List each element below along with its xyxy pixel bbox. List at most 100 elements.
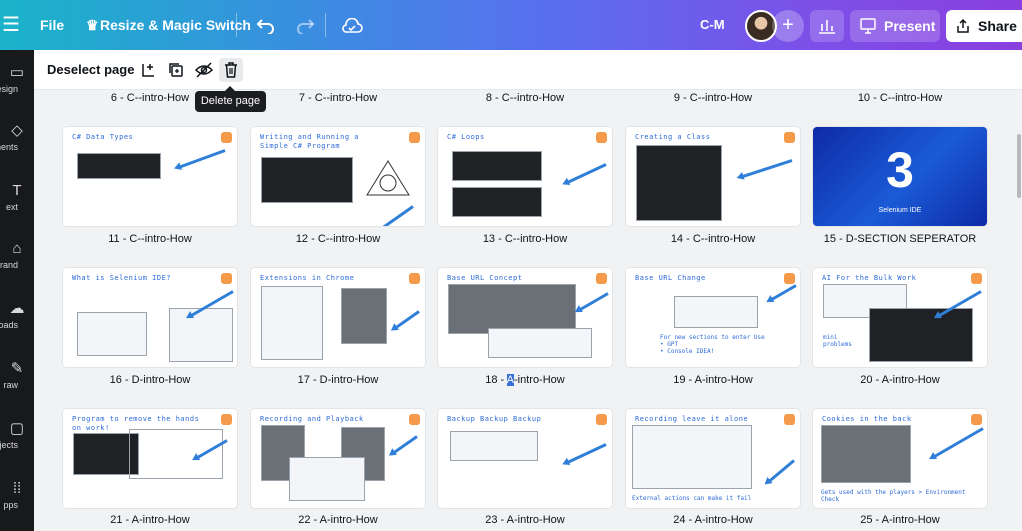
slide-note: For new sections to enter Use • GPT • Co… [660,334,765,355]
rail-design[interactable]: ▭esign [0,64,34,94]
present-label: Present [884,18,936,34]
slide-title: AI For the Bulk Work [822,274,917,282]
rail-draw[interactable]: ✎ raw [0,360,34,390]
page-thumbnail-25[interactable]: Cookies in the back Gets used with the p… [813,409,987,508]
screenshot [674,296,758,328]
page-thumbnail-22[interactable]: Recording and Playback [251,409,425,508]
page-thumbnail-14[interactable]: Creating a Class [626,127,800,226]
arrow-icon [177,149,226,170]
page-thumbnail-16[interactable]: What is Selenium IDE? [63,268,237,367]
share-button[interactable]: Share [946,10,1022,42]
arrow-icon [565,443,607,465]
page-thumbnail-18[interactable]: Base URL Concept [438,268,612,367]
hamburger-icon[interactable]: ☰ [0,12,22,38]
file-menu[interactable]: File [40,0,64,50]
page-caption: 10 - C--intro-How [857,92,943,104]
present-icon [860,18,876,34]
page-thumbnail-15[interactable]: 3 Selenium IDE [813,127,987,226]
top-bar: ☰ File ♛ Resize & Magic Switch C-M + Pre… [0,0,1022,50]
arrow-icon [740,159,793,179]
page-thumbnail-21[interactable]: Program to remove the hands on work! [63,409,237,508]
slide-title: C# Loops [447,133,485,141]
screenshot [452,187,542,217]
arrow-icon [391,435,418,455]
page-caption: 23 - A-intro-How [485,514,565,526]
deselect-page-button[interactable]: Deselect page [47,62,134,77]
screenshot [821,425,911,483]
duplicate-page-icon[interactable] [164,58,188,82]
page-caption: 20 - A-intro-How [860,374,940,386]
rail-projects[interactable]: ▢ojects [0,420,34,450]
scrollbar-thumb[interactable] [1017,134,1021,198]
screenshot [169,308,233,362]
slide-title: Recording and Playback [260,415,364,423]
slide-note: mini problems [823,334,852,348]
slide-note: External actions can make it fail [632,495,752,502]
cycle-diagram-icon [366,160,410,196]
arrow-icon [769,284,797,302]
page-caption: 9 - C--intro-How [673,92,753,104]
undo-icon[interactable] [253,13,279,39]
page-thumbnail-13[interactable]: C# Loops [438,127,612,226]
resize-magic-switch-button[interactable]: Resize & Magic Switch [100,0,251,50]
arrow-icon [371,205,414,226]
screenshot [452,151,542,181]
rail-brand[interactable]: ⌂ rand [0,240,34,270]
slide-title: Backup Backup Backup [447,415,542,423]
present-button[interactable]: Present [850,10,940,42]
screenshot [448,284,576,334]
section-subtitle: Selenium IDE [878,207,922,214]
badge-icon [971,414,982,425]
badge-icon [221,273,232,284]
cloud-check-icon[interactable] [339,13,365,39]
delete-page-icon[interactable] [219,58,243,82]
divider [236,13,237,37]
page-thumbnail-23[interactable]: Backup Backup Backup [438,409,612,508]
elements-icon: ◇ [11,122,23,139]
bar-chart-icon[interactable] [810,10,844,42]
hide-page-icon[interactable] [192,58,216,82]
page-caption: 13 - C--intro-How [482,233,568,245]
page-thumbnail-19[interactable]: Base URL Change For new sections to ente… [626,268,800,367]
text-selection[interactable]: A [506,374,514,386]
scrollbar[interactable] [1016,90,1022,531]
arrow-icon [565,163,607,185]
redo-icon[interactable] [292,13,318,39]
page-thumbnail-24[interactable]: Recording leave it alone External action… [626,409,800,508]
page-thumbnail-12[interactable]: Writing and Running a Simple C# Program [251,127,425,226]
rail-apps[interactable]: ⁞⁞ pps [0,480,34,510]
page-caption: 11 - C--intro-How [108,233,192,245]
badge-icon [971,273,982,284]
screenshot [129,429,223,479]
screenshot [636,145,722,221]
page-caption: 14 - C--intro-How [670,233,756,245]
slide-title: Base URL Change [635,274,706,282]
page-caption: 8 - C--intro-How [485,92,565,104]
left-rail: ▭esign ◇ements Text ⌂rand ☁oads ✎raw ▢oj… [0,50,34,531]
plus-icon[interactable]: + [772,10,804,42]
slide-note: Gets used with the players > Environment… [821,489,966,503]
page-thumbnail-17[interactable]: Extensions in Chrome [251,268,425,367]
user-initials[interactable]: C-M [700,0,725,50]
page-caption: 24 - A-intro-How [673,514,753,526]
rail-elements[interactable]: ◇ements [0,122,34,152]
rail-text[interactable]: Text [0,182,34,212]
page-caption: 7 - C--intro-How [298,92,378,104]
screenshot [261,157,353,203]
page-caption: 15 - D-SECTION SEPERATOR [823,233,977,245]
slide-title: Cookies in the back [822,415,912,423]
page-caption: 16 - D-intro-How [109,374,191,386]
page-caption: 25 - A-intro-How [860,514,940,526]
page-caption: 12 - C--intro-How [295,233,381,245]
rail-uploads[interactable]: ☁ oads [0,300,34,330]
page-thumbnail-20[interactable]: AI For the Bulk Work mini problems [813,268,987,367]
crown-icon: ♛ [86,17,99,33]
share-label: Share [978,18,1017,34]
screenshot [77,153,161,179]
page-thumbnail-11[interactable]: C# Data Types [63,127,237,226]
slide-title: C# Data Types [72,133,134,141]
add-page-icon[interactable] [136,58,160,82]
page-caption: 21 - A-intro-How [110,514,190,526]
uploads-icon: ☁ [9,300,25,317]
slide-title: Extensions in Chrome [260,274,355,282]
